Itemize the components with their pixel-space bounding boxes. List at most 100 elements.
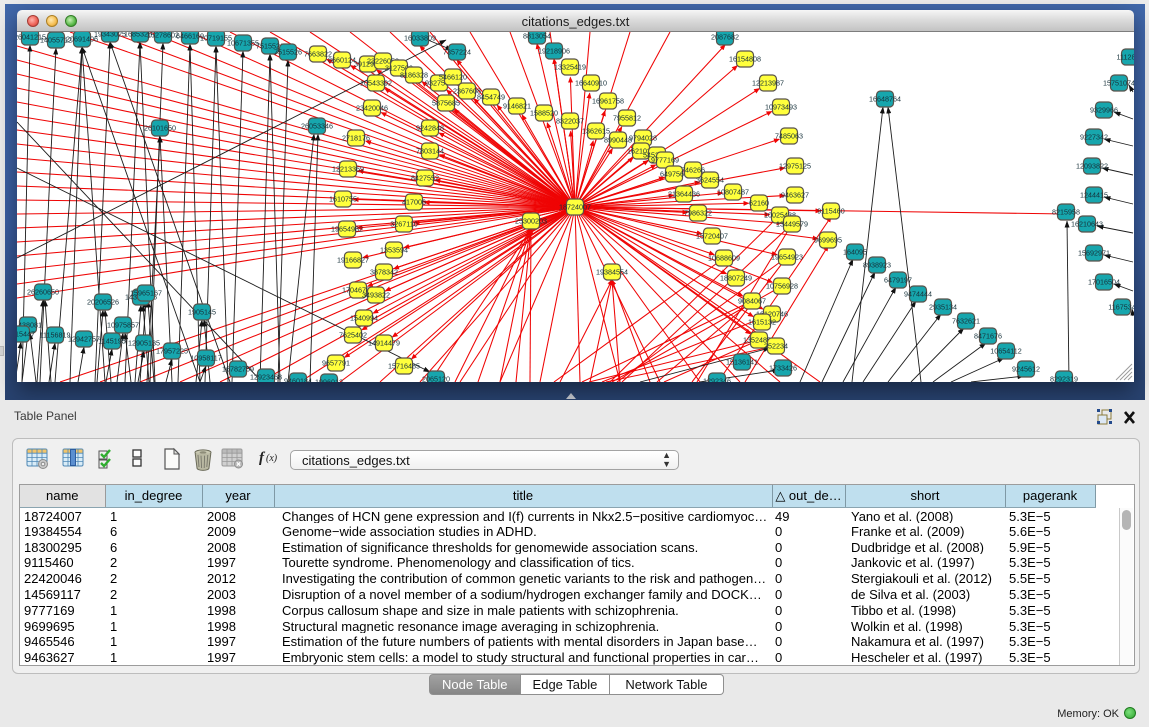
svg-text:7357224: 7357224 xyxy=(443,48,471,57)
svg-text:16640910: 16640910 xyxy=(575,79,607,88)
svg-text:1733426: 1733426 xyxy=(769,364,797,373)
svg-text:9463627: 9463627 xyxy=(781,191,809,200)
svg-text:23420046: 23420046 xyxy=(356,104,388,113)
svg-text:1996012: 1996012 xyxy=(315,378,343,383)
svg-text:746266: 746266 xyxy=(681,166,705,175)
svg-text:9227342: 9227342 xyxy=(1080,133,1108,142)
svg-text:12093822: 12093822 xyxy=(1076,162,1108,171)
svg-text:19384554: 19384554 xyxy=(596,268,628,277)
svg-text:9146821: 9146821 xyxy=(503,102,531,111)
svg-text:10654112: 10654112 xyxy=(990,347,1021,356)
svg-text:10688609: 10688609 xyxy=(708,254,740,263)
svg-text:5466120: 5466120 xyxy=(439,73,467,82)
svg-text:252234: 252234 xyxy=(764,342,788,351)
svg-text:10671355: 10671355 xyxy=(227,39,259,48)
svg-text:19218906: 19218906 xyxy=(538,47,570,56)
svg-text:9794028: 9794028 xyxy=(629,134,657,143)
svg-text:8990448: 8990448 xyxy=(604,136,632,145)
svg-text:1167534: 1167534 xyxy=(1108,303,1134,312)
svg-text:f: f xyxy=(259,450,266,466)
svg-text:1362615: 1362615 xyxy=(582,127,610,136)
svg-text:7803144: 7803144 xyxy=(416,147,444,156)
svg-text:26101650: 26101650 xyxy=(144,124,176,133)
svg-text:19654982: 19654982 xyxy=(331,225,363,234)
svg-text:12975125: 12975125 xyxy=(779,162,811,171)
svg-text:1615132: 1615132 xyxy=(748,318,776,327)
svg-text:1292346: 1292346 xyxy=(703,377,731,383)
svg-text:9699695: 9699695 xyxy=(814,236,842,245)
svg-text:8427552: 8427552 xyxy=(411,174,439,183)
svg-text:8813054: 8813054 xyxy=(523,32,551,41)
svg-text:8660124: 8660124 xyxy=(328,56,356,65)
svg-text:9245612: 9245612 xyxy=(1012,365,1040,374)
svg-text:7955812: 7955812 xyxy=(613,114,641,123)
svg-text:7986322: 7986322 xyxy=(684,209,712,218)
svg-text:3878342: 3878342 xyxy=(370,268,398,277)
svg-text:3624554: 3624554 xyxy=(696,176,724,185)
svg-text:1145195: 1145195 xyxy=(98,337,125,346)
svg-text:20206526: 20206526 xyxy=(87,298,119,307)
svg-text:13449579: 13449579 xyxy=(776,220,808,229)
svg-text:1244415: 1244415 xyxy=(1080,191,1108,200)
svg-text:7515526: 7515526 xyxy=(274,48,302,57)
svg-text:6479197: 6479197 xyxy=(884,276,912,285)
svg-text:1588520: 1588520 xyxy=(530,109,558,118)
svg-text:5875685: 5875685 xyxy=(432,99,460,108)
svg-text:19343025: 19343025 xyxy=(94,32,126,39)
svg-text:26053346: 26053346 xyxy=(301,122,333,131)
svg-text:18724007: 18724007 xyxy=(559,203,591,212)
svg-text:164095: 164095 xyxy=(843,248,867,257)
svg-text:2718176: 2718176 xyxy=(342,134,370,143)
svg-text:15136141: 15136141 xyxy=(726,358,758,367)
svg-text:9084067: 9084067 xyxy=(738,297,766,306)
svg-text:15965167: 15965167 xyxy=(130,289,162,298)
svg-text:3267110: 3267110 xyxy=(390,220,417,229)
svg-text:17016504: 17016504 xyxy=(1088,278,1120,287)
svg-text:16961758: 16961758 xyxy=(592,97,624,106)
svg-text:8322037: 8322037 xyxy=(556,117,584,126)
svg-text:9329966: 9329966 xyxy=(1090,106,1118,115)
svg-text:8454749: 8454749 xyxy=(477,93,505,102)
svg-text:9460184: 9460184 xyxy=(284,377,312,383)
svg-text:10958117: 10958117 xyxy=(190,354,221,363)
svg-text:15751074: 15751074 xyxy=(1103,79,1134,88)
svg-text:2087682: 2087682 xyxy=(711,33,739,42)
svg-text:16210643: 16210643 xyxy=(1071,220,1103,229)
svg-text:12213987: 12213987 xyxy=(752,79,784,88)
svg-text:12923468: 12923468 xyxy=(250,373,282,382)
svg-text:10973493: 10973493 xyxy=(765,103,797,112)
svg-text:16648764: 16648764 xyxy=(869,95,901,104)
svg-text:26260650: 26260650 xyxy=(27,288,59,297)
svg-text:15692971: 15692971 xyxy=(1078,249,1110,258)
svg-text:17957225: 17957225 xyxy=(156,347,188,356)
svg-text:2935134: 2935134 xyxy=(929,303,957,312)
svg-text:8292319: 8292319 xyxy=(1050,375,1078,383)
svg-text:10975857: 10975857 xyxy=(107,321,139,330)
svg-text:15716485: 15716485 xyxy=(388,362,420,371)
svg-text:417006: 417006 xyxy=(402,198,426,207)
svg-text:1905145: 1905145 xyxy=(188,308,216,317)
svg-text:16154808: 16154808 xyxy=(729,55,761,64)
svg-text:9474444: 9474444 xyxy=(904,290,932,299)
svg-text:18807249: 18807249 xyxy=(720,274,752,283)
svg-text:15278602: 15278602 xyxy=(147,32,179,40)
svg-text:10807487: 10807487 xyxy=(717,188,749,197)
svg-text:2065120: 2065120 xyxy=(422,375,450,383)
svg-text:(x): (x) xyxy=(266,453,278,464)
svg-text:7625402: 7625402 xyxy=(339,331,367,340)
svg-text:12942757: 12942757 xyxy=(68,335,100,344)
svg-text:25300203: 25300203 xyxy=(515,217,547,226)
svg-text:16033809: 16033809 xyxy=(404,34,436,43)
svg-text:11156819: 11156819 xyxy=(40,331,71,340)
svg-text:1610755: 1610755 xyxy=(329,195,357,204)
svg-text:1112890: 1112890 xyxy=(1117,53,1134,62)
svg-text:14914479: 14914479 xyxy=(368,339,400,348)
svg-text:19654923: 19654923 xyxy=(771,253,803,262)
svg-text:10756928: 10756928 xyxy=(766,282,798,291)
svg-text:10543392: 10543392 xyxy=(360,79,392,88)
svg-text:7632621: 7632621 xyxy=(952,317,980,326)
svg-text:1353594: 1353594 xyxy=(380,246,408,255)
svg-text:62160: 62160 xyxy=(749,199,769,208)
svg-text:3493822: 3493822 xyxy=(362,291,390,300)
svg-text:3915447: 3915447 xyxy=(17,330,35,339)
